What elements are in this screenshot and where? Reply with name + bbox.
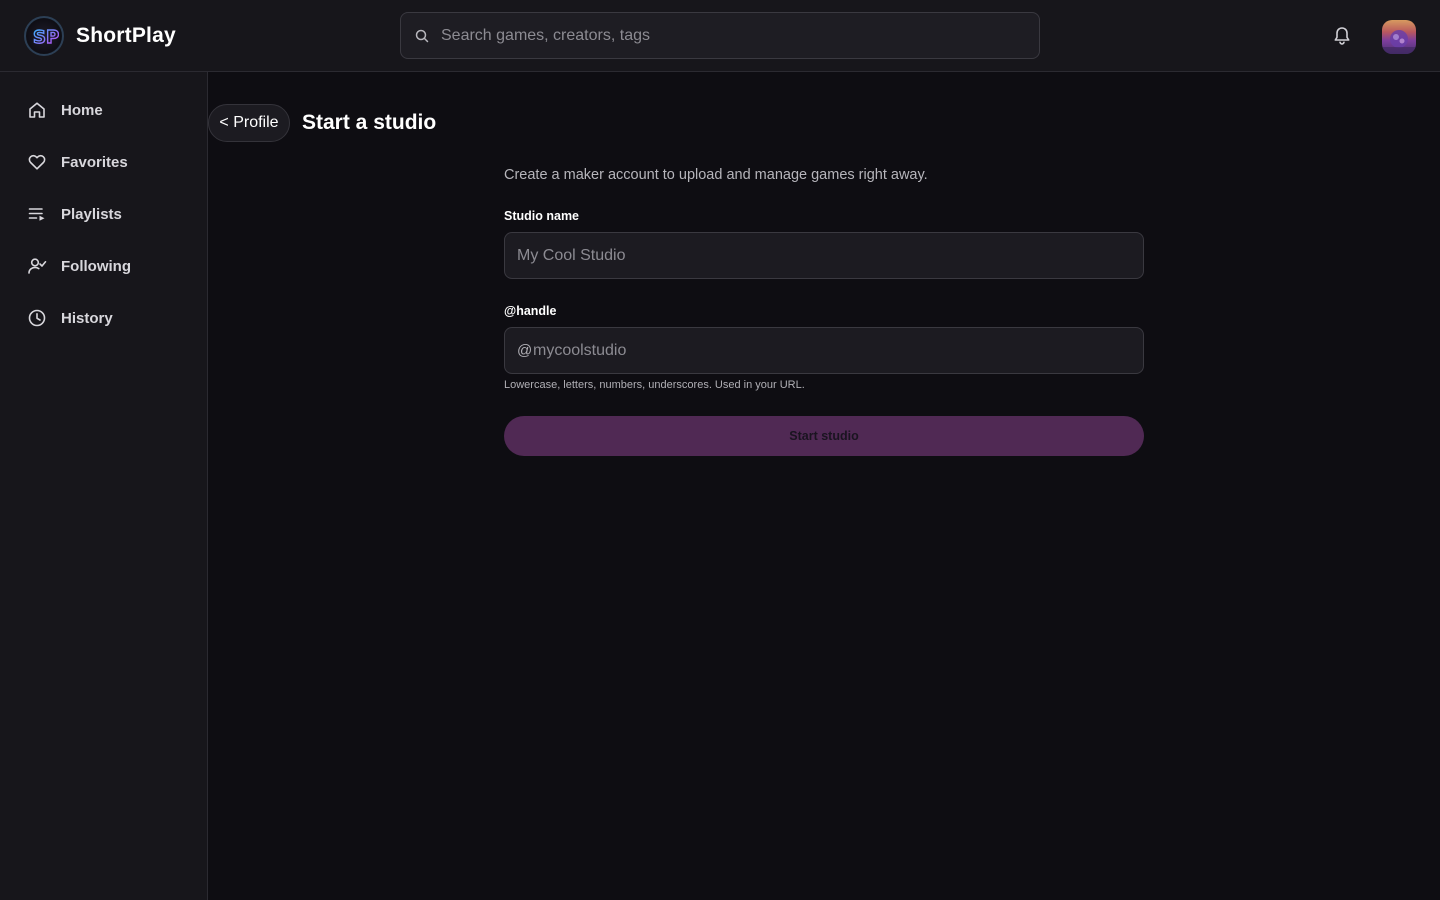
studio-name-input[interactable] [517, 233, 1132, 278]
bell-icon[interactable] [1331, 25, 1353, 47]
top-bar: SP ShortPlay [0, 0, 1440, 72]
search-bar[interactable] [400, 12, 1040, 59]
search-icon [415, 29, 429, 43]
heart-icon [28, 154, 46, 170]
studio-name-label: Studio name [504, 209, 580, 223]
handle-at-prefix: @ [517, 342, 533, 359]
sidebar-item-label: History [61, 309, 113, 327]
home-icon [29, 102, 45, 118]
avatar-image [1382, 30, 1416, 54]
search-input[interactable] [441, 13, 1031, 58]
logo-glyph: SP [32, 26, 59, 48]
brand-name[interactable]: ShortPlay [76, 24, 176, 48]
user-avatar[interactable] [1382, 20, 1416, 54]
start-studio-button[interactable]: Start studio [504, 416, 1144, 456]
intro-text: Create a maker account to upload and man… [504, 167, 928, 183]
sidebar-item-history[interactable]: History [0, 296, 207, 340]
sidebar-item-label: Home [61, 101, 103, 119]
following-icon [28, 258, 47, 274]
handle-field[interactable]: @ [504, 327, 1144, 374]
sidebar-item-home[interactable]: Home [0, 88, 207, 132]
sidebar-item-following[interactable]: Following [0, 244, 207, 288]
studio-name-field[interactable] [504, 232, 1144, 279]
handle-label: @handle [504, 304, 557, 318]
sidebar-item-label: Favorites [61, 153, 128, 171]
playlist-icon [28, 208, 45, 221]
handle-hint: Lowercase, letters, numbers, underscores… [504, 379, 805, 391]
sidebar: Home Favorites Playlists Following Histo… [0, 72, 208, 900]
clock-icon [28, 309, 46, 327]
sidebar-item-label: Playlists [61, 205, 122, 223]
back-to-profile-button[interactable]: < Profile [208, 104, 290, 142]
sidebar-item-favorites[interactable]: Favorites [0, 140, 207, 184]
sidebar-item-playlists[interactable]: Playlists [0, 192, 207, 236]
sidebar-item-label: Following [61, 257, 131, 275]
logo-text: SP [33, 27, 59, 48]
page-title: Start a studio [302, 111, 437, 134]
handle-input[interactable] [533, 328, 1133, 373]
shortplay-logo-icon[interactable]: SP [24, 16, 64, 56]
